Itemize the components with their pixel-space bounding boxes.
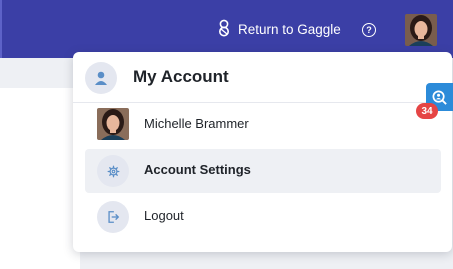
user-icon xyxy=(85,62,117,94)
help-circle-icon[interactable]: ? xyxy=(362,23,376,37)
menu-item-label: Michelle Brammer xyxy=(144,116,249,131)
menu-item-account-settings[interactable]: Account Settings xyxy=(85,149,441,193)
dropdown-header: My Account xyxy=(73,52,452,103)
gear-icon xyxy=(97,155,129,187)
gaggle-logo-icon xyxy=(216,19,232,40)
menu-item-label: Logout xyxy=(144,208,184,223)
top-navigation-bar: Return to Gaggle ? xyxy=(0,0,453,58)
menu-item-profile[interactable]: Michelle Brammer xyxy=(85,103,441,147)
notification-badge: 34 xyxy=(416,103,438,119)
page-content-panel xyxy=(0,88,80,269)
return-to-gaggle-link[interactable]: Return to Gaggle xyxy=(216,18,341,40)
return-to-gaggle-label: Return to Gaggle xyxy=(238,21,341,37)
user-avatar xyxy=(97,108,129,140)
dropdown-title: My Account xyxy=(133,67,229,86)
menu-item-logout[interactable]: Logout xyxy=(85,195,441,239)
help-glyph: ? xyxy=(366,25,372,35)
user-avatar[interactable] xyxy=(405,14,437,46)
account-dropdown-menu: My Account Michelle Brammer Account Sett… xyxy=(73,52,452,252)
logout-icon xyxy=(97,201,129,233)
menu-item-label: Account Settings xyxy=(144,162,251,177)
